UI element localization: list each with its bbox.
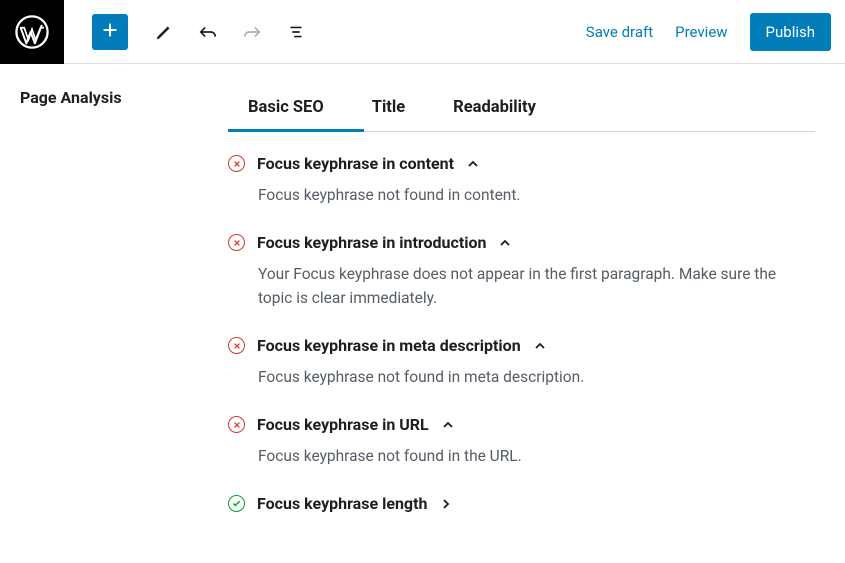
tab-title[interactable]: Title: [372, 88, 405, 131]
chevron-up-icon: [533, 339, 547, 353]
x-circle-icon: [228, 416, 245, 433]
chevron-up-icon: [466, 157, 480, 171]
add-block-button[interactable]: [92, 14, 128, 50]
analysis-item-header[interactable]: Focus keyphrase in content: [228, 154, 815, 173]
redo-icon[interactable]: [240, 20, 264, 44]
analysis-item: Focus keyphrase in URL Focus keyphrase no…: [228, 415, 815, 494]
wordpress-logo[interactable]: [0, 0, 64, 64]
analysis-item-title: Focus keyphrase length: [257, 494, 427, 513]
analysis-item-title: Focus keyphrase in introduction: [257, 233, 486, 252]
analysis-item: Focus keyphrase in meta description Focus…: [228, 336, 815, 415]
tabs: Basic SEO Title Readability: [228, 88, 815, 132]
x-circle-icon: [228, 155, 245, 172]
analysis-item: Focus keyphrase in content Focus keyphras…: [228, 154, 815, 233]
chevron-up-icon: [498, 236, 512, 250]
analysis-item-title: Focus keyphrase in content: [257, 154, 454, 173]
check-circle-icon: [228, 495, 245, 512]
analysis-item-header[interactable]: Focus keyphrase in introduction: [228, 233, 815, 252]
chevron-up-icon: [441, 418, 455, 432]
analysis-item-desc: Focus keyphrase not found in meta descri…: [258, 365, 798, 389]
undo-icon[interactable]: [196, 20, 220, 44]
toolbar-icons: [152, 20, 308, 44]
save-draft-button[interactable]: Save draft: [586, 23, 653, 41]
tab-readability[interactable]: Readability: [453, 88, 536, 131]
analysis-item-header[interactable]: Focus keyphrase length: [228, 494, 815, 513]
sidebar: Page Analysis: [0, 64, 228, 539]
preview-button[interactable]: Preview: [675, 23, 727, 41]
analysis-item: Focus keyphrase in introduction Your Focu…: [228, 233, 815, 336]
analysis-item-title: Focus keyphrase in URL: [257, 415, 429, 434]
publish-button[interactable]: Publish: [750, 13, 831, 51]
chevron-right-icon: [439, 497, 453, 511]
analysis-item-header[interactable]: Focus keyphrase in URL: [228, 415, 815, 434]
main-panel: Basic SEO Title Readability Focus keyphr…: [228, 64, 845, 539]
analysis-item-desc: Focus keyphrase not found in the URL.: [258, 444, 798, 468]
analysis-items: Focus keyphrase in content Focus keyphras…: [228, 132, 815, 539]
x-circle-icon: [228, 337, 245, 354]
analysis-item-header[interactable]: Focus keyphrase in meta description: [228, 336, 815, 355]
edit-icon[interactable]: [152, 20, 176, 44]
analysis-item-title: Focus keyphrase in meta description: [257, 336, 521, 355]
analysis-item-desc: Focus keyphrase not found in content.: [258, 183, 798, 207]
sidebar-title: Page Analysis: [20, 88, 228, 107]
plus-icon: [99, 19, 121, 45]
top-actions: Save draft Preview Publish: [586, 13, 845, 51]
x-circle-icon: [228, 234, 245, 251]
analysis-item-desc: Your Focus keyphrase does not appear in …: [258, 262, 798, 310]
top-toolbar: Save draft Preview Publish: [0, 0, 845, 64]
details-icon[interactable]: [284, 20, 308, 44]
tab-basic-seo[interactable]: Basic SEO: [248, 88, 324, 131]
analysis-item: Focus keyphrase length: [228, 494, 815, 539]
